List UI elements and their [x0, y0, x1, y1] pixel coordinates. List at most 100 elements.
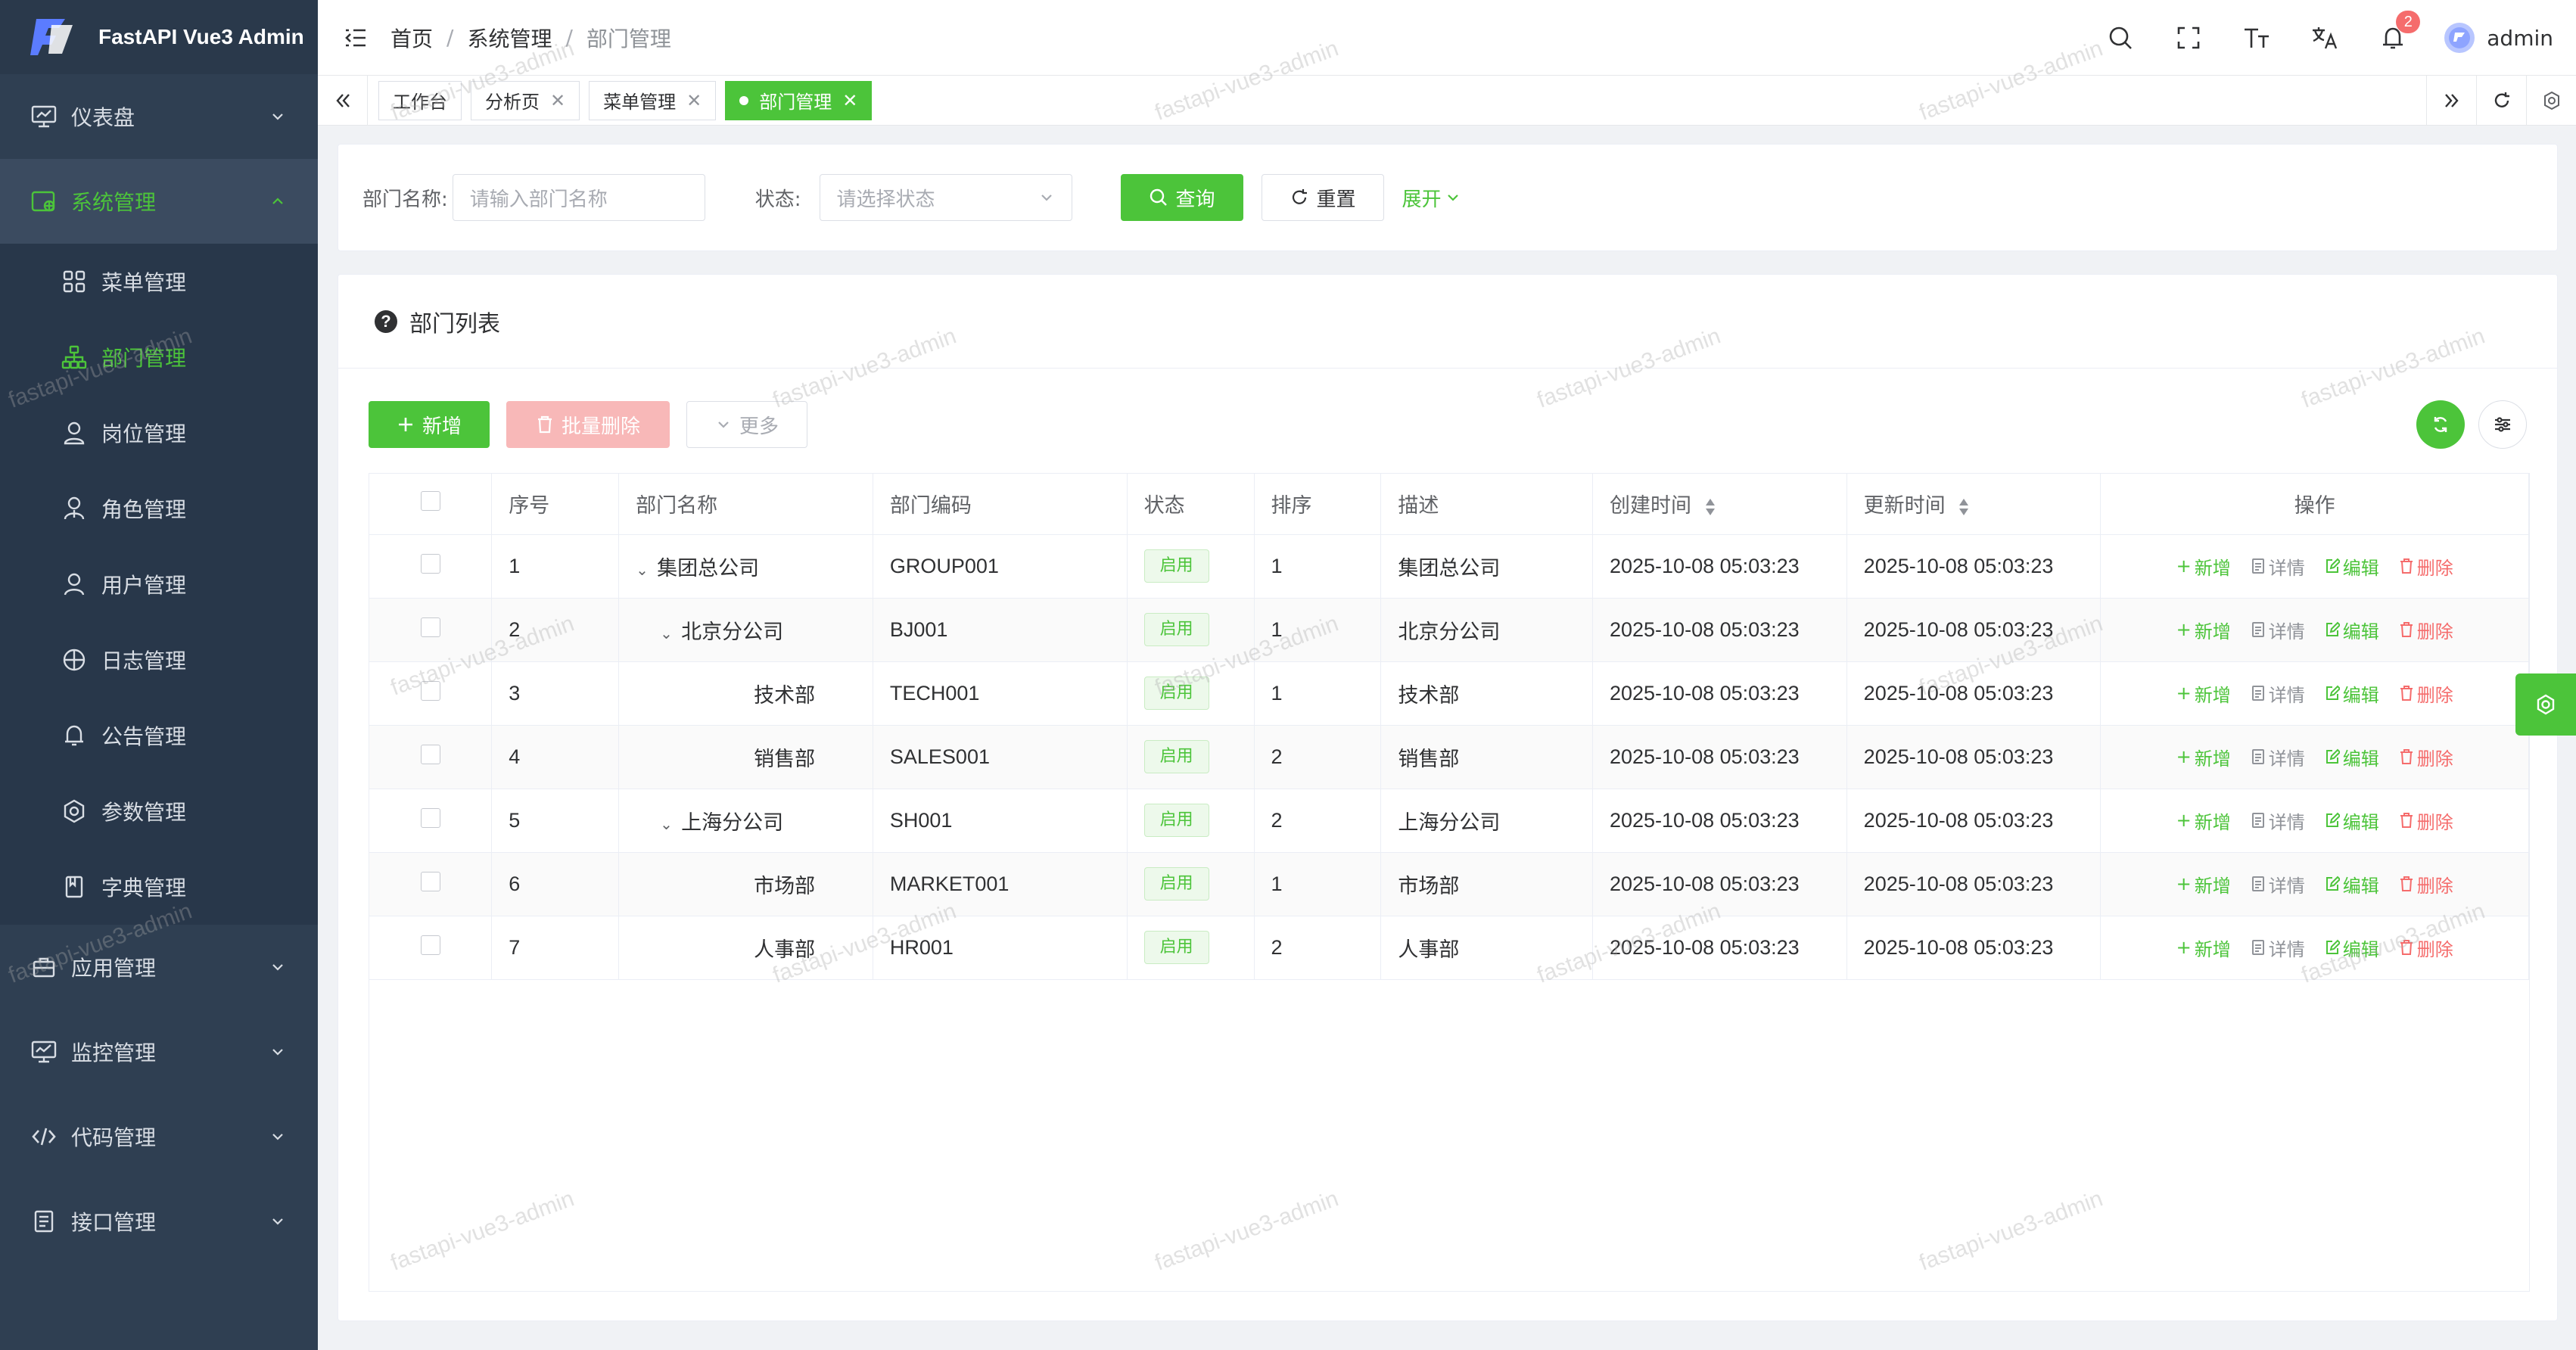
reset-button[interactable]: 重置 — [1261, 174, 1384, 221]
dept-name-input[interactable]: 请输入部门名称 — [452, 174, 705, 221]
row-detail-button[interactable]: 详情 — [2251, 680, 2305, 707]
tab-department[interactable]: 部门管理 ✕ — [725, 80, 873, 120]
close-icon[interactable]: ✕ — [686, 90, 702, 111]
row-add-button[interactable]: + 新增 — [2176, 680, 2231, 707]
sidebar-item-dict[interactable]: 字典管理 — [0, 849, 318, 925]
row-checkbox[interactable] — [420, 807, 440, 828]
close-icon[interactable]: ✕ — [550, 90, 565, 111]
breadcrumb-home[interactable]: 首页 — [390, 23, 433, 53]
tree-expand-icon[interactable]: ⌄ — [660, 815, 681, 833]
bell-icon[interactable]: 2 — [2376, 11, 2421, 54]
row-checkbox[interactable] — [420, 553, 440, 574]
help-icon[interactable]: ? — [375, 310, 397, 333]
fullscreen-icon[interactable] — [2172, 21, 2205, 54]
row-delete-button[interactable]: 删除 — [2399, 617, 2453, 643]
row-checkbox[interactable] — [420, 935, 440, 955]
row-add-button[interactable]: + 新增 — [2176, 871, 2231, 897]
row-edit-button[interactable]: 编辑 — [2325, 553, 2379, 580]
op-label: 详情 — [2268, 621, 2305, 642]
menu-group-dashboard[interactable]: 仪表盘 — [0, 74, 318, 159]
status-select[interactable]: 请选择状态 — [819, 174, 1072, 221]
table-refresh-button[interactable] — [2416, 400, 2465, 449]
row-add-button[interactable]: + 新增 — [2176, 935, 2231, 961]
menu-group-code[interactable]: 代码管理 — [0, 1094, 318, 1179]
col-updated[interactable]: 更新时间 — [1846, 474, 2102, 535]
op-label: 编辑 — [2342, 621, 2379, 642]
sidebar-item-user[interactable]: 用户管理 — [0, 546, 318, 622]
tab-analysis[interactable]: 分析页 ✕ — [471, 80, 580, 120]
row-delete-button[interactable]: 删除 — [2399, 744, 2453, 770]
tabs-scroll-left-icon[interactable] — [318, 75, 368, 126]
row-detail-button[interactable]: 详情 — [2251, 744, 2305, 770]
menu-group-app[interactable]: 应用管理 — [0, 925, 318, 1009]
sort-icon[interactable] — [1704, 497, 1716, 517]
row-add-button[interactable]: + 新增 — [2176, 553, 2231, 580]
query-button[interactable]: 查询 — [1120, 174, 1243, 221]
sidebar-item-menu[interactable]: 菜单管理 — [0, 244, 318, 319]
tab-workbench[interactable]: 工作台 — [378, 80, 462, 120]
tab-settings-icon[interactable] — [2526, 76, 2576, 126]
sidebar-item-post[interactable]: 岗位管理 — [0, 395, 318, 471]
cell-order: 1 — [1254, 661, 1382, 726]
table-header: ? 部门列表 — [338, 275, 2557, 369]
row-edit-button[interactable]: 编辑 — [2325, 935, 2379, 961]
expand-toggle[interactable]: 展开 — [1402, 184, 1461, 212]
font-size-icon[interactable] — [2240, 21, 2273, 54]
add-button[interactable]: 新增 — [369, 401, 490, 448]
sort-icon[interactable] — [1958, 497, 1970, 517]
refresh-icon[interactable] — [2476, 76, 2526, 126]
row-edit-button[interactable]: 编辑 — [2325, 680, 2379, 707]
user-menu[interactable]: admin — [2444, 23, 2553, 53]
row-add-button[interactable]: + 新增 — [2176, 744, 2231, 770]
menu-group-monitor[interactable]: 监控管理 — [0, 1009, 318, 1094]
more-button[interactable]: 更多 — [686, 401, 807, 448]
row-edit-button[interactable]: 编辑 — [2325, 617, 2379, 643]
row-edit-button[interactable]: 编辑 — [2325, 744, 2379, 770]
cell-name: 人事部 — [618, 916, 873, 980]
op-label: 编辑 — [2342, 938, 2379, 960]
row-delete-button[interactable]: 删除 — [2399, 871, 2453, 897]
row-checkbox[interactable] — [420, 680, 440, 701]
sidebar-item-log[interactable]: 日志管理 — [0, 622, 318, 698]
row-detail-button[interactable]: 详情 — [2251, 807, 2305, 834]
row-detail-button[interactable]: 详情 — [2251, 553, 2305, 580]
floating-settings-button[interactable] — [2515, 673, 2576, 736]
row-detail-button[interactable]: 详情 — [2251, 871, 2305, 897]
col-created[interactable]: 创建时间 — [1592, 474, 1847, 535]
breadcrumb-system[interactable]: 系统管理 — [467, 23, 552, 53]
translate-icon[interactable] — [2308, 21, 2341, 54]
row-checkbox[interactable] — [420, 744, 440, 764]
row-detail-button[interactable]: 详情 — [2251, 617, 2305, 643]
row-add-button[interactable]: + 新增 — [2176, 807, 2231, 834]
column-settings-button[interactable] — [2478, 400, 2527, 449]
close-icon[interactable]: ✕ — [842, 90, 857, 111]
row-add-button[interactable]: + 新增 — [2176, 617, 2231, 643]
sidebar-item-department[interactable]: 部门管理 — [0, 319, 318, 395]
tree-expand-icon[interactable]: ⌄ — [660, 624, 681, 642]
row-delete-button[interactable]: 删除 — [2399, 807, 2453, 834]
row-edit-button[interactable]: 编辑 — [2325, 871, 2379, 897]
cell-desc: 人事部 — [1380, 916, 1593, 980]
select-all-checkbox[interactable] — [420, 491, 440, 512]
collapse-sidebar-icon[interactable] — [341, 23, 371, 53]
sidebar-item-role[interactable]: 角色管理 — [0, 471, 318, 546]
sidebar-item-param[interactable]: 参数管理 — [0, 773, 318, 849]
row-checkbox[interactable] — [420, 871, 440, 891]
op-label: 删除 — [2416, 621, 2453, 642]
menu-group-system[interactable]: 系统管理 — [0, 159, 318, 244]
tree-expand-icon[interactable]: ⌄ — [636, 561, 657, 579]
cell-created: 2025-10-08 05:03:23 — [1592, 661, 1847, 726]
search-icon[interactable] — [2104, 21, 2137, 54]
tabs-scroll-right-icon[interactable] — [2426, 76, 2476, 126]
sidebar-item-notice[interactable]: 公告管理 — [0, 698, 318, 773]
batch-delete-button[interactable]: 批量删除 — [506, 401, 670, 448]
menu-group-api[interactable]: 接口管理 — [0, 1179, 318, 1264]
row-detail-button[interactable]: 详情 — [2251, 935, 2305, 961]
row-delete-button[interactable]: 删除 — [2399, 935, 2453, 961]
trash-icon — [2400, 622, 2413, 637]
row-edit-button[interactable]: 编辑 — [2325, 807, 2379, 834]
row-delete-button[interactable]: 删除 — [2399, 553, 2453, 580]
row-delete-button[interactable]: 删除 — [2399, 680, 2453, 707]
row-checkbox[interactable] — [420, 617, 440, 637]
tab-menu[interactable]: 菜单管理 ✕ — [589, 80, 717, 120]
